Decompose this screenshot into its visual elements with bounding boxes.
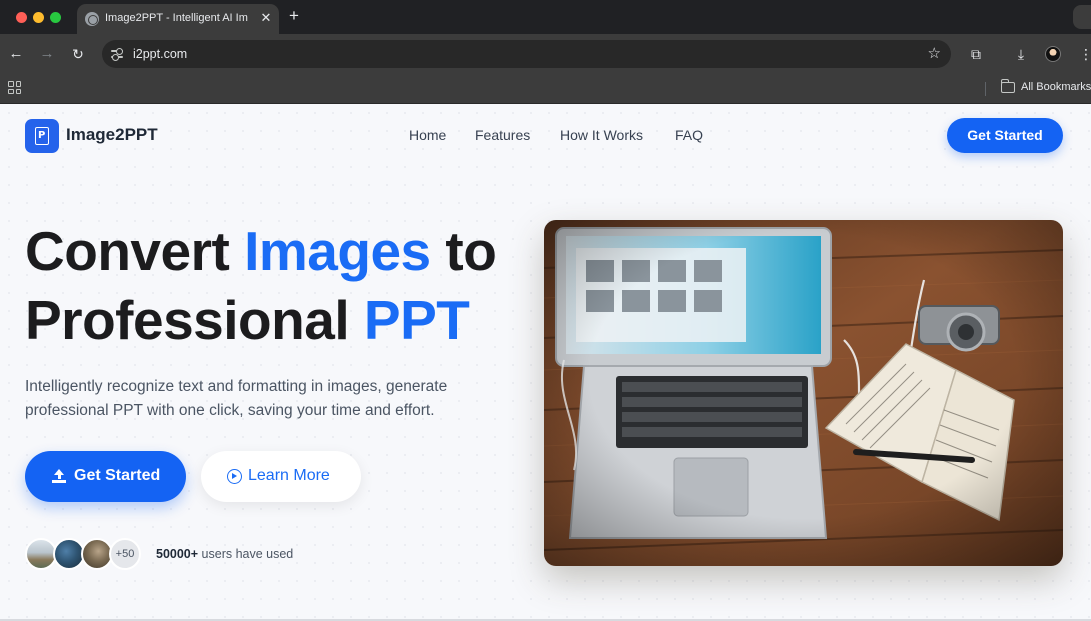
browser-tab-bar: Image2PPT - Intelligent AI Im ✕ + <box>0 0 1091 34</box>
brand-name[interactable]: Image2PPT <box>66 125 158 145</box>
all-bookmarks-link[interactable]: All Bookmarks <box>1021 81 1091 93</box>
site-info-icon[interactable] <box>111 46 125 62</box>
close-window-button[interactable] <box>16 12 27 23</box>
browser-toolbar: ← → ↻ i2ppt.com ☆ ⧉ ⤓ ⋮ <box>0 34 1091 74</box>
learn-more-label: Learn More <box>248 467 330 484</box>
star-icon[interactable]: ☆ <box>928 44 941 64</box>
bookmarks-bar: All Bookmarks <box>0 74 1091 104</box>
plus-icon[interactable]: + <box>285 7 303 25</box>
page-viewport: P Image2PPT Home Features How It Works F… <box>0 104 1091 619</box>
nav-faq[interactable]: FAQ <box>675 127 703 143</box>
users-count-text: 50000+ users have used <box>156 547 294 561</box>
header-get-started-button[interactable]: Get Started <box>947 118 1063 153</box>
get-started-button[interactable]: Get Started <box>25 451 186 502</box>
tab-title: Image2PPT - Intelligent AI Im <box>105 12 248 24</box>
address-bar[interactable]: i2ppt.com ☆ <box>102 40 951 68</box>
hero-title: Convert Images to Professional PPT <box>25 220 497 351</box>
get-started-label: Get Started <box>74 467 161 484</box>
profile-icon[interactable] <box>1045 46 1061 62</box>
globe-icon <box>85 12 99 26</box>
menu-icon[interactable]: ⋮ <box>1076 44 1091 64</box>
folder-icon[interactable] <box>1000 79 1015 93</box>
reload-icon[interactable]: ↻ <box>68 44 88 64</box>
hero-image <box>544 220 1063 566</box>
avatar-more-count: +50 <box>109 538 141 570</box>
nav-how-it-works[interactable]: How It Works <box>560 127 643 143</box>
back-icon[interactable]: ← <box>6 44 26 64</box>
maximize-window-button[interactable] <box>50 12 61 23</box>
apps-icon[interactable] <box>8 81 21 94</box>
download-icon[interactable]: ⤓ <box>1011 44 1031 64</box>
url-text[interactable]: i2ppt.com <box>133 47 187 61</box>
hero-description: Intelligently recognize text and formatt… <box>25 378 448 419</box>
upload-icon <box>52 469 66 483</box>
close-icon[interactable]: ✕ <box>258 10 274 26</box>
tab-search-button[interactable] <box>1073 5 1091 29</box>
brand-logo-icon[interactable]: P <box>25 119 59 153</box>
learn-more-button[interactable]: Learn More <box>201 451 361 502</box>
nav-home[interactable]: Home <box>409 127 446 143</box>
bookmarks-divider <box>985 82 986 96</box>
extensions-icon[interactable]: ⧉ <box>966 44 986 64</box>
minimize-window-button[interactable] <box>33 12 44 23</box>
nav-features[interactable]: Features <box>475 127 530 143</box>
forward-icon[interactable]: → <box>37 44 57 64</box>
user-avatars: +50 <box>25 538 145 570</box>
play-circle-icon <box>227 469 242 484</box>
browser-tab[interactable]: Image2PPT - Intelligent AI Im ✕ <box>77 4 279 34</box>
